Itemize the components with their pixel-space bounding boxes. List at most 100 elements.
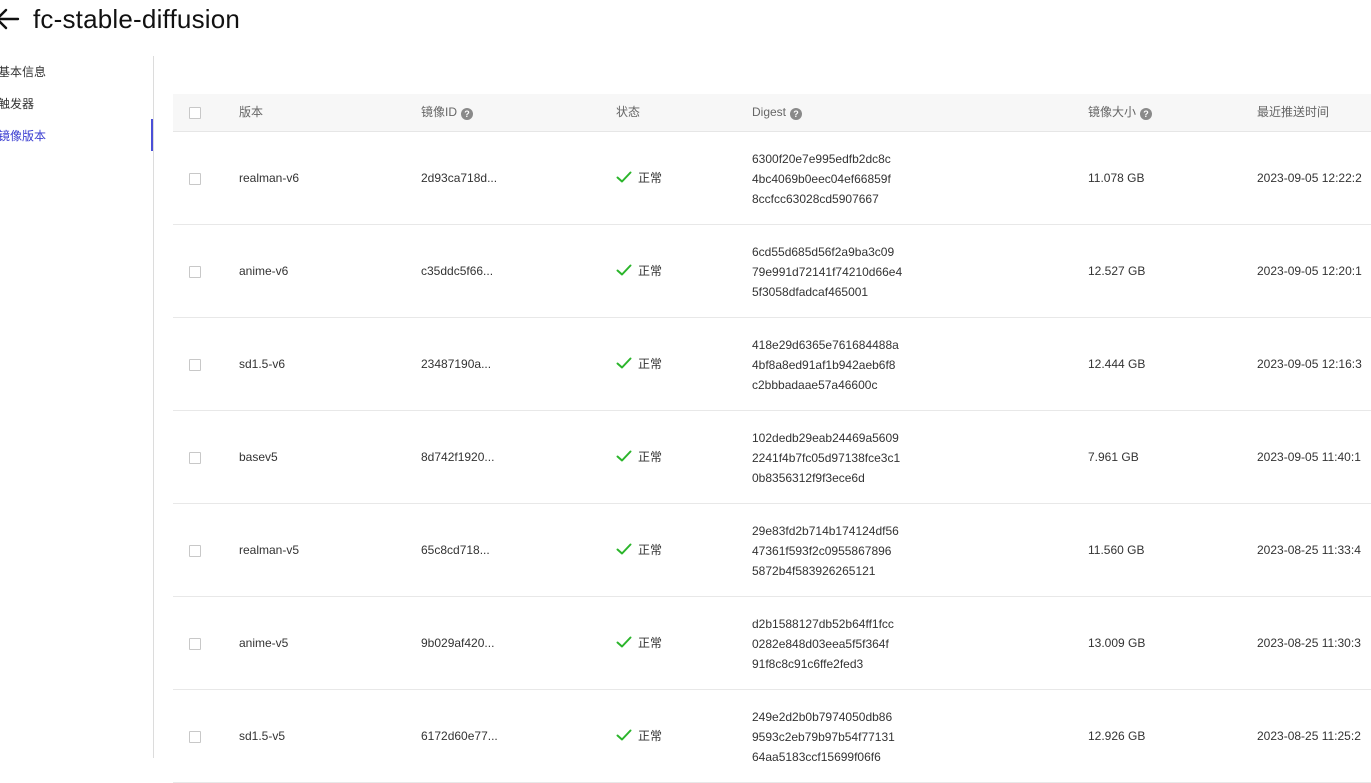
version-cell: anime-v5 [239, 636, 289, 650]
page-header: fc-stable-diffusion [0, 0, 1371, 40]
sidebar-item-image-versions[interactable]: 镜像版本 [0, 128, 46, 144]
row-checkbox[interactable] [189, 452, 201, 464]
help-icon[interactable]: ? [461, 108, 474, 120]
digest-line: d2b1588127db52b64ff1fcc [752, 617, 894, 631]
check-icon [616, 729, 632, 741]
size-cell: 12.527 GB [1088, 264, 1146, 278]
status-text: 正常 [638, 729, 663, 743]
digest-cell: 6cd55d685d56f2a9ba3c09 79e991d72141f74210… [752, 242, 902, 302]
check-icon [616, 543, 632, 555]
digest-line: 29e83fd2b714b174124df56 [752, 524, 899, 538]
version-cell: realman-v5 [239, 543, 300, 557]
digest-line: c2bbbadaae57a46600c [752, 378, 878, 392]
sidebar-item-basic-info[interactable]: 基本信息 [0, 64, 46, 80]
digest-line: 2241f4b7fc05d97138fce3c1 [752, 451, 901, 465]
check-icon [616, 264, 632, 276]
pushed-at-cell: 2023-09-05 11:40:1 [1257, 450, 1361, 464]
status-cell: 正常 [616, 263, 662, 279]
digest-line: 249e2d2b0b7974050db86 [752, 710, 893, 724]
image-id-cell: 65c8cd718... [421, 543, 490, 557]
size-cell: 12.926 GB [1088, 729, 1146, 743]
check-icon [616, 450, 632, 462]
pushed-at-cell: 2023-08-25 11:25:2 [1257, 729, 1361, 743]
row-checkbox[interactable] [189, 359, 201, 371]
status-cell: 正常 [616, 728, 662, 744]
table-row: anime-v6 c35ddc5f66... 正常 6cd55d685d56f2a9b… [173, 225, 1371, 318]
digest-cell: 6300f20e7e995edfb2dc8c 4bc4069b0eec04ef66… [752, 149, 891, 209]
size-cell: 11.560 GB [1088, 543, 1145, 557]
digest-line: 64aa5183ccf15699f06f6 [752, 750, 881, 764]
help-icon[interactable]: ? [1140, 108, 1153, 120]
status-text: 正常 [638, 171, 663, 185]
column-header-digest: Digest? [752, 94, 803, 131]
column-header-size: 镜像大小? [1088, 94, 1153, 131]
digest-line: 5f3058dfadcaf465001 [752, 285, 869, 299]
row-checkbox[interactable] [189, 638, 201, 650]
column-header-version[interactable]: 版本 [239, 94, 263, 131]
table-row: basev5 8d742f1920... 正常 102dedb29eab24469a5… [173, 411, 1371, 504]
digest-line: 102dedb29eab24469a5609 [752, 431, 899, 445]
digest-line: 0282e848d03eea5f5f364f [752, 637, 889, 651]
digest-line: 6300f20e7e995edfb2dc8c [752, 152, 891, 166]
sidebar-active-indicator [151, 119, 153, 151]
column-header-digest-label: Digest [752, 105, 787, 119]
digest-line: 5872b4f583926265121 [752, 564, 876, 578]
image-id-cell: 6172d60e77... [421, 729, 498, 743]
digest-line: 79e991d72141f74210d66e4 [752, 265, 903, 279]
help-icon[interactable]: ? [790, 108, 803, 120]
table-row: realman-v6 2d93ca718d... 正常 6300f20e7e995ed… [173, 132, 1371, 225]
digest-line: 0b8356312f9f3ece6d [752, 471, 865, 485]
version-cell: realman-v6 [239, 171, 300, 185]
image-id-cell: 23487190a... [421, 357, 492, 371]
digest-line: 418e29d6365e761684488a [752, 338, 899, 352]
column-header-status[interactable]: 状态 [616, 94, 640, 131]
table-row: sd1.5-v5 6172d60e77... 正常 249e2d2b0b7974050… [173, 690, 1371, 783]
row-checkbox[interactable] [189, 266, 201, 278]
size-cell: 12.444 GB [1088, 357, 1146, 371]
page-title: fc-stable-diffusion [33, 4, 241, 34]
table-header: 版本 镜像ID? 状态 Digest? 镜像大小? 最近推送时间 [173, 94, 1371, 132]
digest-line: 47361f593f2c0955867896 [752, 544, 892, 558]
pushed-at-cell: 2023-08-25 11:30:3 [1257, 636, 1361, 650]
digest-line: 9593c2eb79b97b54f77131 [752, 730, 895, 744]
digest-cell: 102dedb29eab24469a5609 2241f4b7fc05d97138… [752, 428, 900, 488]
image-id-cell: 9b029af420... [421, 636, 495, 650]
image-id-cell: 8d742f1920... [421, 450, 495, 464]
sidebar: 基本信息 触发器 镜像版本 [0, 56, 154, 758]
column-header-pushed-at[interactable]: 最近推送时间 [1257, 94, 1329, 131]
row-checkbox[interactable] [189, 173, 201, 185]
image-id-cell: c35ddc5f66... [421, 264, 494, 278]
arrow-left-icon[interactable] [0, 7, 20, 31]
pushed-at-cell: 2023-09-05 12:22:2 [1257, 171, 1362, 185]
status-text: 正常 [638, 450, 663, 464]
status-cell: 正常 [616, 635, 662, 651]
status-text: 正常 [638, 357, 663, 371]
status-cell: 正常 [616, 170, 662, 186]
status-text: 正常 [638, 264, 663, 278]
row-checkbox[interactable] [189, 731, 201, 743]
status-cell: 正常 [616, 542, 662, 558]
digest-line: 8ccfcc63028cd5907667 [752, 192, 879, 206]
column-header-size-label: 镜像大小 [1088, 105, 1137, 119]
digest-line: 4bc4069b0eec04ef66859f [752, 172, 891, 186]
sidebar-item-triggers[interactable]: 触发器 [0, 96, 34, 112]
pushed-at-cell: 2023-09-05 12:16:3 [1257, 357, 1362, 371]
digest-cell: d2b1588127db52b64ff1fcc 0282e848d03eea5f5… [752, 614, 894, 674]
table-row: sd1.5-v6 23487190a... 正常 418e29d6365e761684… [173, 318, 1371, 411]
row-checkbox[interactable] [189, 545, 201, 557]
check-icon [616, 171, 632, 183]
status-cell: 正常 [616, 356, 662, 372]
table-row: realman-v5 65c8cd718... 正常 29e83fd2b714b174… [173, 504, 1371, 597]
pushed-at-cell: 2023-09-05 12:20:1 [1257, 264, 1362, 278]
select-all-checkbox[interactable] [189, 107, 201, 119]
table-row: anime-v5 9b029af420... 正常 d2b1588127db52b64… [173, 597, 1371, 690]
version-cell: anime-v6 [239, 264, 289, 278]
digest-cell: 418e29d6365e761684488a 4bf8a8ed91af1b942a… [752, 335, 899, 395]
status-text: 正常 [638, 636, 663, 650]
version-cell: sd1.5-v6 [239, 357, 286, 371]
digest-cell: 29e83fd2b714b174124df56 47361f593f2c09558… [752, 521, 899, 581]
pushed-at-cell: 2023-08-25 11:33:4 [1257, 543, 1361, 557]
check-icon [616, 636, 632, 648]
status-text: 正常 [638, 543, 663, 557]
version-cell: sd1.5-v5 [239, 729, 286, 743]
